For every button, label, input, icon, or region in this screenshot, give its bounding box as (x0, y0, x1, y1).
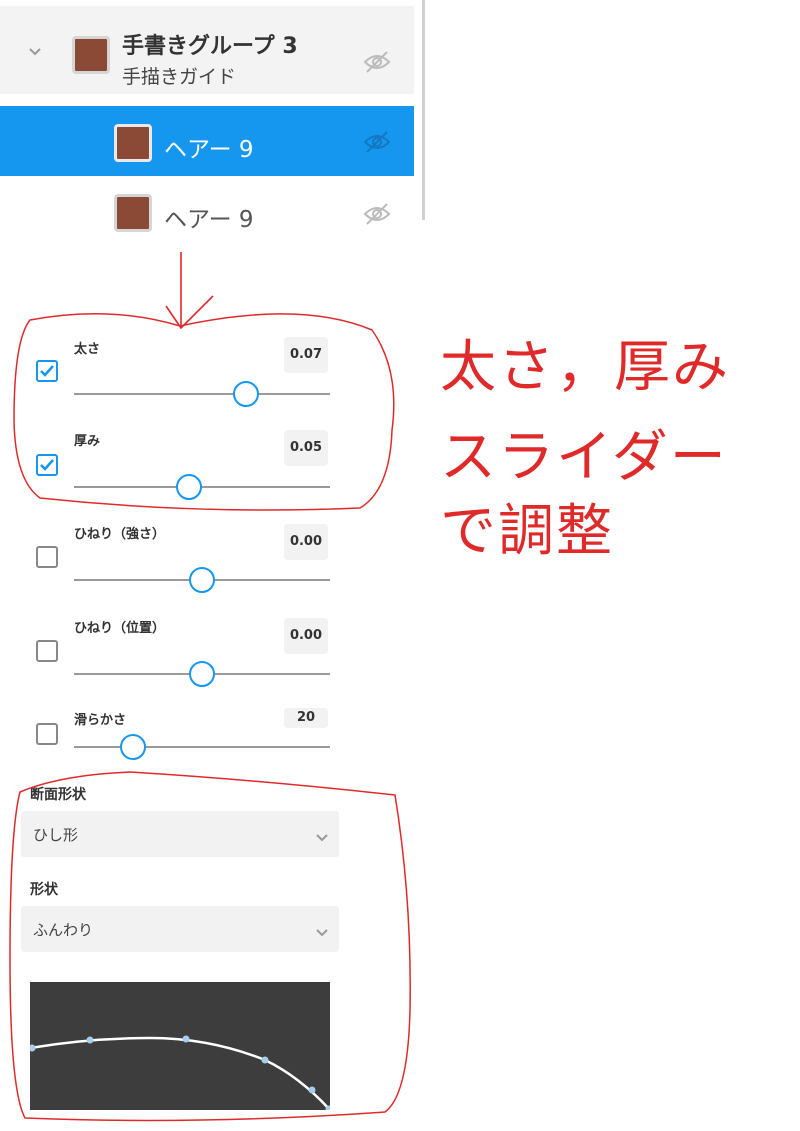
twist-strength-slider-track[interactable] (74, 567, 330, 593)
chevron-down-icon (315, 828, 329, 842)
twist-position-checkbox[interactable] (36, 640, 58, 662)
smoothness-checkbox[interactable] (36, 723, 58, 745)
twist-strength-value[interactable]: 0.00 (284, 524, 328, 560)
smoothness-label: 滑らかさ (74, 713, 127, 728)
depth-checkbox[interactable] (36, 454, 58, 476)
layer-color-swatch (114, 194, 152, 232)
smoothness-value[interactable]: 20 (284, 708, 328, 728)
thickness-value[interactable]: 0.07 (284, 337, 328, 373)
smoothness-slider-knob[interactable] (119, 734, 146, 760)
layer-group-subtitle: 手描きガイド (122, 66, 237, 88)
curve-control-point (308, 1086, 316, 1094)
layer-panel-scrollbar[interactable] (422, 0, 425, 220)
layer-name: ヘアー 9 (164, 207, 254, 233)
layer-panel: 手書きグループ 3 手描きガイド ヘアー 9 ヘアー 9 (0, 0, 414, 246)
smoothness-slider-track[interactable] (74, 734, 330, 760)
cross-section-value: ひし形 (33, 826, 79, 844)
shape-value: ふんわり (33, 921, 94, 939)
chevron-down-icon (315, 923, 329, 937)
curve-control-point (182, 1035, 190, 1043)
shape-select[interactable]: ふんわり (21, 906, 339, 952)
shape-label: 形状 (30, 882, 58, 898)
thickness-label: 太さ (74, 342, 101, 357)
twist-position-slider-knob[interactable] (189, 661, 215, 687)
thickness-slider-knob[interactable] (232, 381, 259, 407)
depth-slider-knob[interactable] (176, 474, 203, 500)
eye-hidden-icon[interactable] (362, 202, 392, 226)
eye-hidden-icon[interactable] (362, 130, 392, 154)
thickness-setting: 太さ 0.07 (0, 330, 360, 410)
shape-curve-editor[interactable] (28, 982, 333, 1113)
smoothness-setting: 滑らかさ 20 (0, 706, 360, 766)
curve-control-point (261, 1056, 269, 1064)
twist-strength-checkbox[interactable] (36, 546, 58, 568)
twist-strength-setting: ひねり（強さ） 0.00 (0, 518, 360, 598)
depth-value[interactable]: 0.05 (284, 430, 328, 466)
thickness-checkbox[interactable] (36, 360, 58, 382)
cross-section-select[interactable]: ひし形 (21, 811, 339, 857)
twist-position-label: ひねり（位置） (74, 621, 166, 636)
layer-color-swatch (72, 36, 110, 74)
annotation-text: スライダー (440, 425, 728, 490)
shape-curve (29, 1036, 331, 1111)
layer-name: ヘアー 9 (164, 137, 254, 163)
thickness-slider-track[interactable] (74, 381, 330, 407)
curve-control-point (86, 1036, 94, 1044)
layer-row[interactable]: ヘアー 9 (0, 180, 414, 246)
depth-slider-track[interactable] (74, 474, 330, 500)
eye-hidden-icon[interactable] (362, 50, 392, 74)
layer-group-row[interactable]: 手書きグループ 3 手描きガイド (0, 6, 414, 94)
annotation-text: で調整 (440, 499, 614, 564)
twist-position-value[interactable]: 0.00 (284, 618, 328, 654)
annotation-arrow (165, 252, 214, 330)
chevron-down-icon[interactable] (28, 44, 42, 58)
layer-row-selected[interactable]: ヘアー 9 (0, 106, 414, 176)
depth-label: 厚み (74, 434, 101, 449)
twist-position-setting: ひねり（位置） 0.00 (0, 612, 360, 692)
twist-position-slider-track[interactable] (74, 661, 330, 687)
annotation-text: 太さ，厚み (440, 335, 730, 400)
twist-strength-label: ひねり（強さ） (74, 527, 166, 542)
layer-color-swatch (114, 124, 152, 162)
curve-control-point (28, 1044, 36, 1052)
twist-strength-slider-knob[interactable] (189, 567, 215, 593)
depth-setting: 厚み 0.05 (0, 424, 360, 504)
layer-group-name: 手書きグループ 3 (122, 34, 298, 59)
cross-section-label: 断面形状 (30, 787, 86, 803)
